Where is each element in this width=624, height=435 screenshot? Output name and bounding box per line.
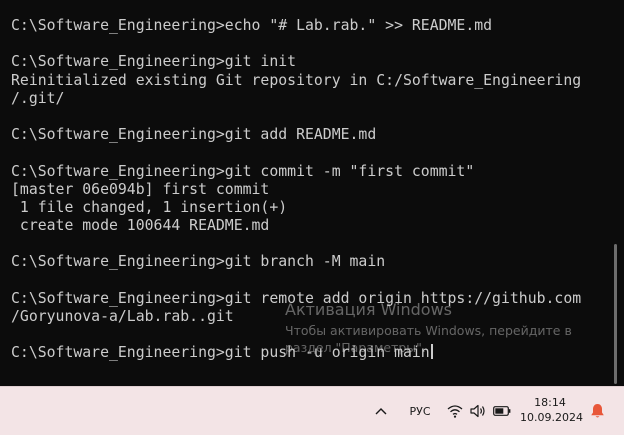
taskbar: РУС 18:14 10.09.2024 — [0, 386, 624, 435]
terminal-line: /Goryunova-a/Lab.rab..git — [11, 308, 234, 325]
scrollbar-thumb[interactable] — [614, 244, 617, 384]
text-cursor — [430, 344, 433, 360]
volume-icon — [470, 404, 485, 418]
desktop-screen: C:\Software_Engineering>echo "# Lab.rab.… — [0, 0, 624, 435]
input-language-button[interactable]: РУС — [403, 401, 437, 421]
terminal-line: 1 file changed, 1 insertion(+) — [11, 198, 288, 216]
clock-time: 18:14 — [534, 396, 566, 409]
network-button[interactable] — [446, 402, 464, 420]
terminal-line: Reinitialized existing Git repository in… — [11, 71, 582, 89]
terminal-line: C:\Software_Engineering>git branch -M ma… — [11, 253, 386, 271]
chevron-up-icon — [375, 408, 387, 415]
show-hidden-icons-button[interactable] — [371, 401, 391, 421]
volume-button[interactable] — [469, 402, 487, 420]
terminal-line: create mode 100644 README.md — [11, 217, 270, 235]
battery-icon — [493, 406, 511, 416]
terminal-line: [master 06e094b] first commit — [11, 180, 270, 198]
terminal-current-command[interactable]: C:\Software_Engineering>git push -u orig… — [11, 344, 430, 361]
clock-date: 10.09.2024 — [520, 411, 583, 424]
terminal-line: C:\Software_Engineering>git remote add o… — [11, 289, 582, 307]
command-prompt-window[interactable]: C:\Software_Engineering>echo "# Lab.rab.… — [0, 0, 606, 386]
terminal-line: C:\Software_Engineering>git init — [11, 53, 297, 71]
terminal-line: C:\Software_Engineering>echo "# Lab.rab.… — [11, 17, 493, 34]
wifi-icon — [447, 405, 463, 418]
terminal-line: C:\Software_Engineering>git add README.m… — [11, 126, 377, 144]
bell-icon — [590, 404, 604, 418]
taskbar-clock[interactable]: 18:14 10.09.2024 — [520, 395, 583, 425]
terminal-current-command-line[interactable]: C:\Software_Engineering>git push -u orig… — [11, 344, 581, 362]
battery-button[interactable] — [492, 402, 512, 420]
terminal-output: C:\Software_Engineering>echo "# Lab.rab.… — [11, 17, 581, 363]
notifications-button[interactable] — [587, 401, 607, 421]
terminal-line: /.git/ — [11, 89, 65, 107]
terminal-line: C:\Software_Engineering>git commit -m "f… — [11, 162, 475, 180]
